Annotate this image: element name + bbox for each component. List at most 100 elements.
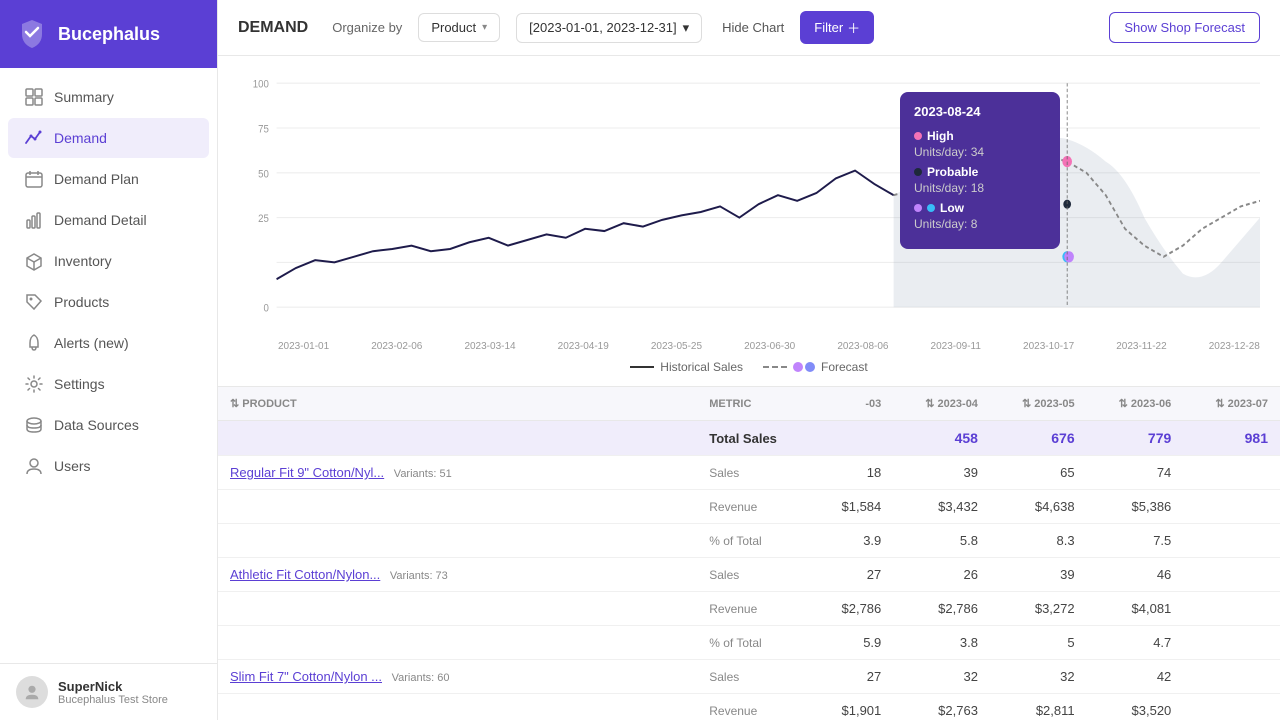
total-2023-05: 676 [1051,430,1074,446]
col-2023-07-header[interactable]: ⇅ 2023-07 [1183,387,1280,421]
data-table: ⇅ PRODUCT METRIC -03 ⇅ 2023-04 ⇅ 2023-05… [218,386,1280,720]
sidebar-item-settings[interactable]: Settings [8,364,209,404]
chevron-down-icon: ▾ [482,22,487,33]
user-store: Bucephalus Test Store [58,694,168,706]
table-body: Total Sales 458 676 779 981 Regular Fit … [218,421,1280,720]
col-product-header[interactable]: ⇅ PRODUCT [218,387,697,421]
sidebar-logo: Bucephalus [0,0,217,68]
chart-line-icon [24,128,44,148]
svg-text:50: 50 [258,169,269,181]
sidebar-item-data-sources[interactable]: Data Sources [8,405,209,445]
sidebar-item-demand-detail[interactable]: Demand Detail [8,200,209,240]
tooltip-probable-label: Probable [927,165,978,179]
organize-by-value: Product [431,20,476,35]
demand-chart: 100 75 50 25 0 [238,72,1260,352]
legend-forecast-label: Forecast [821,360,868,374]
table-row: Regular Fit 9" Cotton/Nyl... Variants: 5… [218,456,1280,490]
total-2023-07: 981 [1245,430,1268,446]
probable-dot [914,168,922,176]
tooltip-probable-value: Units/day: 18 [914,181,1046,195]
low-dot-pink [914,204,922,212]
user-icon [24,456,44,476]
filter-label: Filter [814,20,843,35]
sidebar-item-users[interactable]: Users [8,446,209,486]
date-range-value: [2023-01-01, 2023-12-31] [529,20,676,35]
table-row: Slim Fit 7" Cotton/Nylon ... Variants: 6… [218,660,1280,694]
calendar-icon [24,169,44,189]
col-product-label: ⇅ PRODUCT [230,398,297,410]
col-2023-06-header[interactable]: ⇅ 2023-06 [1087,387,1184,421]
sidebar-item-inventory[interactable]: Inventory [8,241,209,281]
total-2023-04: 458 [955,430,978,446]
filter-plus-icon: ＋ [847,18,860,37]
variants-badge-3: Variants: 60 [392,672,450,684]
tooltip-low: Low Units/day: 8 [914,201,1046,231]
table-row: % of Total 3.9 5.8 8.3 7.5 [218,524,1280,558]
show-shop-forecast-button[interactable]: Show Shop Forecast [1109,12,1260,43]
demand-table: ⇅ PRODUCT METRIC -03 ⇅ 2023-04 ⇅ 2023-05… [218,387,1280,720]
logo-icon [16,18,48,50]
sidebar-summary-label: Summary [54,89,114,105]
legend-forecast: Forecast [763,360,868,374]
col-2023-05-header[interactable]: ⇅ 2023-05 [990,387,1087,421]
legend-historical-label: Historical Sales [660,360,743,374]
legend-historical: Historical Sales [630,360,743,374]
svg-text:0: 0 [263,303,269,315]
col-2023-04-header[interactable]: ⇅ 2023-04 [893,387,990,421]
sidebar-item-demand[interactable]: Demand [8,118,209,158]
product-name-2[interactable]: Athletic Fit Cotton/Nylon... [230,567,380,582]
table-row: Revenue $2,786 $2,786 $3,272 $4,081 [218,592,1280,626]
sidebar-alerts-label: Alerts (new) [54,335,129,351]
sidebar-data-sources-label: Data Sources [54,417,139,433]
table-row: Athletic Fit Cotton/Nylon... Variants: 7… [218,558,1280,592]
grid-icon [24,87,44,107]
sidebar-products-label: Products [54,294,109,310]
avatar [16,676,48,708]
total-2023-06: 779 [1148,430,1171,446]
svg-text:100: 100 [253,79,269,91]
tooltip-high: High Units/day: 34 [914,129,1046,159]
sidebar-item-products[interactable]: Products [8,282,209,322]
col-03-header: -03 [813,387,893,421]
product-name-1[interactable]: Regular Fit 9" Cotton/Nyl... [230,465,384,480]
chart-area: 100 75 50 25 0 [218,56,1280,386]
filter-button[interactable]: Filter ＋ [800,11,874,44]
sidebar-item-summary[interactable]: Summary [8,77,209,117]
page-header: DEMAND Organize by Product ▾ [2023-01-01… [218,0,1280,56]
chart-tooltip: 2023-08-24 High Units/day: 34 Probable U… [900,92,1060,249]
sidebar-demand-plan-label: Demand Plan [54,171,139,187]
table-row: Revenue $1,584 $3,432 $4,638 $5,386 [218,490,1280,524]
forecast-line-icon [763,366,787,368]
sidebar-nav: Summary Demand Demand Plan [0,68,217,663]
organize-by-label: Organize by [332,20,402,35]
gear-icon [24,374,44,394]
table-row: Revenue $1,901 $2,763 $2,811 $3,520 [218,694,1280,720]
user-profile[interactable]: SuperNick Bucephalus Test Store [0,663,217,720]
sidebar-item-alerts[interactable]: Alerts (new) [8,323,209,363]
tooltip-date: 2023-08-24 [914,104,1046,119]
product-name-3[interactable]: Slim Fit 7" Cotton/Nylon ... [230,669,382,684]
sidebar-item-demand-plan[interactable]: Demand Plan [8,159,209,199]
sidebar-users-label: Users [54,458,91,474]
date-range-picker[interactable]: [2023-01-01, 2023-12-31] ▾ [516,13,702,43]
sidebar-demand-label: Demand [54,130,107,146]
svg-text:25: 25 [258,214,269,226]
total-sales-row: Total Sales 458 676 779 981 [218,421,1280,456]
col-metric-header: METRIC [697,387,813,421]
variants-badge-1: Variants: 51 [394,468,452,480]
bell-icon [24,333,44,353]
sidebar-inventory-label: Inventory [54,253,112,269]
organize-by-dropdown[interactable]: Product ▾ [418,13,500,42]
table-row: % of Total 5.9 3.8 5 4.7 [218,626,1280,660]
tooltip-low-label: Low [940,201,964,215]
bar-chart-icon [24,210,44,230]
tag-icon [24,292,44,312]
tooltip-high-label: High [927,129,954,143]
table-header: ⇅ PRODUCT METRIC -03 ⇅ 2023-04 ⇅ 2023-05… [218,387,1280,421]
database-icon [24,415,44,435]
chart-legend: Historical Sales Forecast [238,352,1260,386]
forecast-dots [793,362,815,372]
low-dot-blue [927,204,935,212]
chevron-down-icon: ▾ [683,20,690,36]
hide-chart-button[interactable]: Hide Chart [722,20,784,35]
